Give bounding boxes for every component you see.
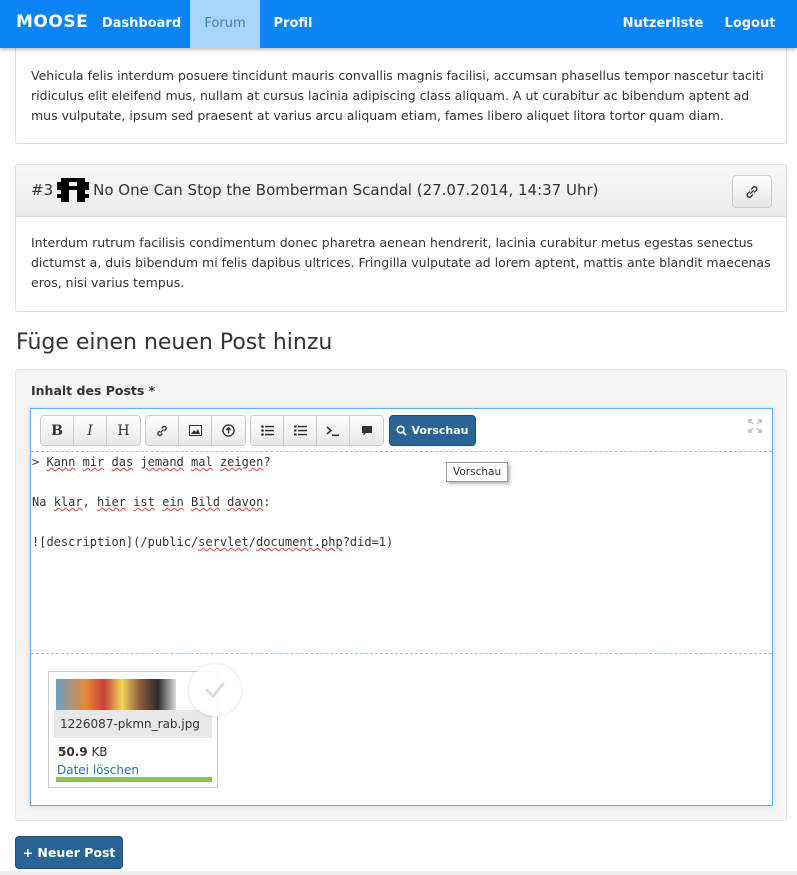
nav-dashboard[interactable]: Dashboard bbox=[94, 0, 189, 48]
file-size: 50.9 KB bbox=[58, 745, 108, 759]
list-ol-icon bbox=[293, 425, 307, 436]
search-icon bbox=[396, 425, 408, 436]
nav-profil[interactable]: Profil bbox=[262, 0, 324, 48]
upload-icon bbox=[222, 424, 235, 437]
brand-logo[interactable]: MOOSE bbox=[16, 12, 88, 32]
post-panel: Vehicula felis interdum posuere tincidun… bbox=[15, 40, 787, 144]
heading-button[interactable]: H bbox=[107, 416, 140, 445]
post-heading: #3 No One Can Stop the Bomberman Scandal… bbox=[16, 165, 786, 217]
post-content-textarea[interactable]: > Kann mir das jemand mal zeigen? Na kla… bbox=[31, 452, 772, 653]
link-icon bbox=[746, 185, 758, 198]
editor-line: > Kann mir das jemand mal zeigen? bbox=[32, 455, 271, 469]
link-icon bbox=[157, 425, 167, 436]
file-thumbnail bbox=[56, 679, 176, 713]
quote-button[interactable] bbox=[350, 416, 383, 445]
post-body: Interdum rutrum facilisis condimentum do… bbox=[31, 235, 771, 290]
comment-icon bbox=[361, 425, 372, 435]
code-button[interactable] bbox=[317, 416, 350, 445]
insert-group bbox=[145, 415, 246, 446]
post-body: Vehicula felis interdum posuere tincidun… bbox=[31, 68, 764, 123]
fullscreen-icon[interactable] bbox=[748, 419, 762, 433]
post-panel: #3 No One Can Stop the Bomberman Scandal… bbox=[15, 164, 787, 312]
upload-progress-bar bbox=[56, 777, 212, 782]
preview-tooltip: Vorschau bbox=[446, 462, 509, 482]
file-name: 1226087-pkmn_rab.jpg bbox=[54, 710, 212, 738]
bold-icon: B bbox=[51, 422, 63, 439]
nav-logout[interactable]: Logout bbox=[716, 0, 784, 48]
file-dropzone[interactable]: 1226087-pkmn_rab.jpg 50.9 KB Datei lösch… bbox=[31, 653, 772, 805]
image-icon bbox=[188, 425, 202, 436]
editor-line: Na klar, hier ist ein Bild davon: bbox=[32, 495, 271, 509]
upload-button[interactable] bbox=[212, 416, 245, 445]
footer bbox=[0, 871, 797, 875]
bold-button[interactable]: B bbox=[41, 416, 74, 445]
upload-success-badge bbox=[189, 664, 241, 716]
content-label: Inhalt des Posts * bbox=[31, 383, 156, 398]
terminal-icon bbox=[326, 425, 339, 436]
checkmark-icon bbox=[205, 682, 225, 699]
nav-nutzerliste[interactable]: Nutzerliste bbox=[616, 0, 710, 48]
new-post-form: Inhalt des Posts * B I H Vorschau > Kann… bbox=[15, 369, 787, 821]
post-number: #3 bbox=[31, 181, 54, 199]
editor-toolbar: B I H Vorschau bbox=[31, 409, 772, 452]
nav-forum[interactable]: Forum bbox=[190, 0, 260, 48]
markdown-editor[interactable]: B I H Vorschau > Kann mir das jemand mal… bbox=[30, 408, 773, 806]
new-post-heading: Füge einen neuen Post hinzu bbox=[16, 330, 333, 355]
italic-icon: I bbox=[87, 422, 93, 439]
preview-button[interactable]: Vorschau bbox=[389, 415, 476, 446]
post-title: #3 No One Can Stop the Bomberman Scandal… bbox=[31, 177, 599, 203]
insert-image-button[interactable] bbox=[179, 416, 212, 445]
permalink-button[interactable] bbox=[732, 175, 772, 208]
heading-icon: H bbox=[117, 422, 130, 439]
numbered-list-button[interactable] bbox=[284, 416, 317, 445]
post-title-text: No One Can Stop the Bomberman Scandal (2… bbox=[93, 181, 599, 199]
upload-progress-fill bbox=[56, 777, 212, 782]
delete-file-link[interactable]: Datei löschen bbox=[57, 763, 139, 777]
submit-post-button[interactable]: + Neuer Post bbox=[15, 836, 123, 869]
top-navbar: MOOSE Dashboard Forum Profil Nutzerliste… bbox=[0, 0, 797, 48]
file-size-unit: KB bbox=[91, 745, 108, 759]
preview-label: Vorschau bbox=[411, 424, 469, 437]
list-ul-icon bbox=[260, 425, 274, 436]
format-group: B I H bbox=[40, 415, 141, 446]
file-size-value: 50.9 bbox=[58, 745, 88, 759]
insert-link-button[interactable] bbox=[146, 416, 179, 445]
bullet-list-button[interactable] bbox=[251, 416, 284, 445]
uploaded-file-card: 1226087-pkmn_rab.jpg 50.9 KB Datei lösch… bbox=[48, 664, 241, 788]
editor-line: ![description](/public/servlet/document.… bbox=[32, 535, 394, 549]
avatar bbox=[57, 178, 90, 202]
italic-button[interactable]: I bbox=[74, 416, 107, 445]
block-group bbox=[250, 415, 384, 446]
